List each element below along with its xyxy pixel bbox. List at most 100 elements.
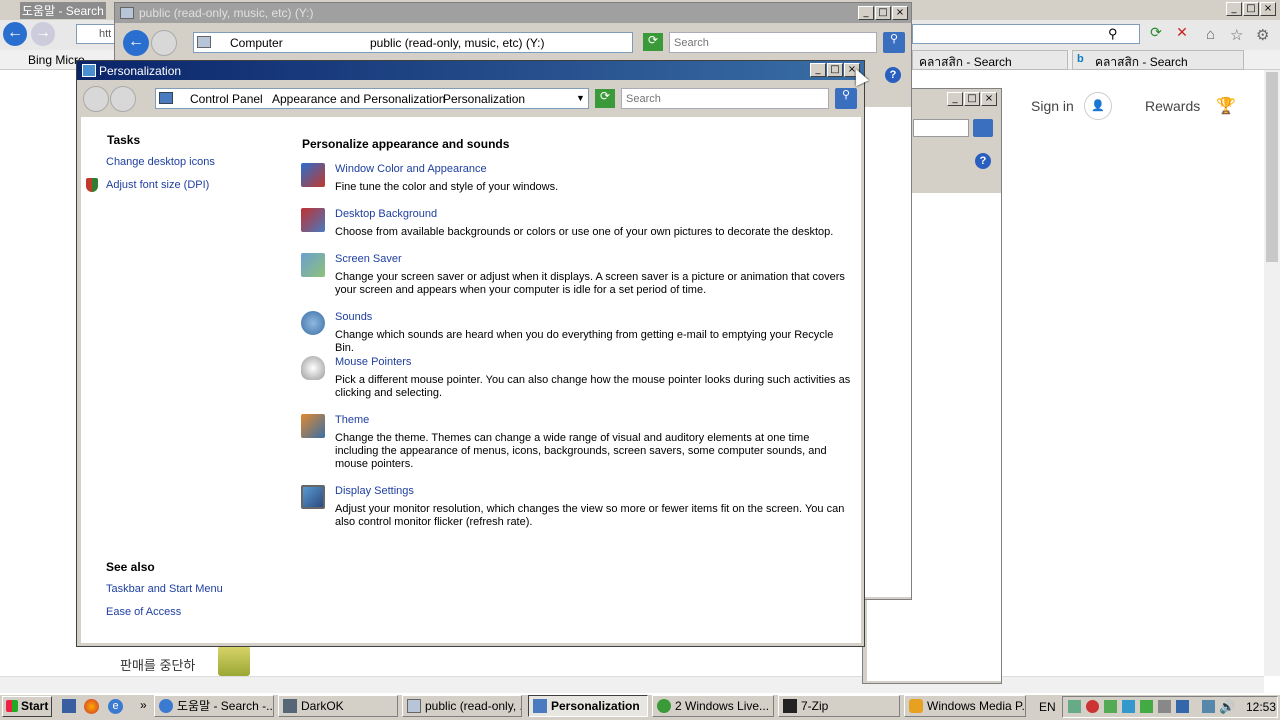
explorer-help-icon[interactable]: ? [885,67,901,83]
item-title[interactable]: Desktop Background [335,208,437,220]
start-button[interactable]: Start [2,696,52,717]
explorer-address-bar[interactable]: Computer public (read-only, music, etc) … [193,32,711,53]
search-input[interactable] [621,88,829,109]
tray-app-icon[interactable] [1104,700,1117,713]
taskbar-item-search[interactable]: 도움말 - Search -... [154,695,274,717]
item-desc: Change the theme. Themes can change a wi… [335,432,827,470]
trash-icon [218,646,250,676]
bg-window-close[interactable]: × [981,92,997,106]
crumb-personalization[interactable]: Personalization [443,92,525,106]
overflow-chevron-icon[interactable]: » [140,698,147,712]
address-chevron-down-icon[interactable]: ▼ [576,93,585,103]
see-also-ease-of-access[interactable]: Ease of Access [106,606,181,618]
item-desc: Fine tune the color and style of your wi… [335,181,559,193]
browser-tab-1[interactable]: คลาสสิก - Search [912,50,1068,70]
sign-in-link[interactable]: Sign in [1031,98,1074,114]
tray-display-icon[interactable] [1202,700,1215,713]
tray-app-icon[interactable] [1176,700,1189,713]
search-button-icon[interactable] [973,119,993,137]
task-adjust-font-size[interactable]: Adjust font size (DPI) [106,179,209,191]
item-desc: Change which sounds are heard when you d… [335,329,834,354]
stop-icon[interactable]: ✕ [1172,24,1192,44]
firefox-icon[interactable] [84,699,99,714]
bg-window-maximize[interactable]: □ [964,92,980,106]
explorer-refresh-icon[interactable]: ⟳ [643,33,663,51]
explorer-forward-button[interactable] [151,30,177,56]
tray-network-icon[interactable] [1068,700,1081,713]
maximize-button[interactable]: □ [827,63,843,77]
taskbar-item-darkok[interactable]: DarkOK [278,695,398,717]
tray-security-icon[interactable] [1086,700,1099,713]
trophy-icon[interactable]: 🏆 [1216,96,1236,116]
settings-icon[interactable]: ⚙ [1256,26,1269,44]
sounds-icon [301,311,325,335]
tray-app-icon[interactable] [1140,700,1153,713]
browser-minimize-button[interactable]: _ [1226,2,1242,16]
crumb-control-panel[interactable]: Control Panel [190,92,263,106]
help-icon[interactable]: ? [975,153,991,169]
item-desc: Adjust your monitor resolution, which ch… [335,503,845,528]
window-title: Personalization [99,64,182,78]
favorites-icon[interactable]: ☆ [1230,26,1243,44]
taskbar-item-7zip[interactable]: 7-Zip [778,695,900,717]
browser-address-right[interactable] [912,24,1140,44]
browser-hscrollbar[interactable] [0,676,1264,693]
computer-icon [407,699,421,713]
item-desktop-background: Desktop Background Choose from available… [301,208,851,244]
item-title[interactable]: Sounds [335,311,372,323]
item-title[interactable]: Screen Saver [335,253,402,265]
task-change-desktop-icons[interactable]: Change desktop icons [106,156,215,168]
back-button[interactable] [83,86,109,112]
bing-icon: b [1077,53,1084,65]
minimize-button[interactable]: _ [810,63,826,77]
volume-icon[interactable]: 🔊 [1219,699,1235,715]
browser-forward-button[interactable]: → [31,22,55,46]
explorer-search-input[interactable] [669,32,877,53]
tray-app-icon[interactable] [1122,700,1135,713]
item-title[interactable]: Theme [335,414,369,426]
item-screen-saver: Screen Saver Change your screen saver or… [301,253,851,303]
browser-maximize-button[interactable]: □ [1243,2,1259,16]
browser-scroll-thumb[interactable] [1266,72,1278,262]
crumb-computer[interactable]: Computer [230,36,283,50]
taskbar-item-media-player[interactable]: Windows Media P... [904,695,1026,717]
taskbar-item-personalization[interactable]: Personalization [528,695,648,717]
refresh-button-icon[interactable]: ⟳ [595,89,615,108]
explorer-close-button[interactable]: × [892,6,908,20]
item-title[interactable]: Mouse Pointers [335,356,411,368]
language-indicator[interactable]: EN [1039,700,1056,714]
item-title[interactable]: Window Color and Appearance [335,163,487,175]
taskbar-item-explorer[interactable]: public (read-only, ... [402,695,522,717]
explorer-maximize-button[interactable]: □ [875,6,891,20]
crumb-public[interactable]: public (read-only, music, etc) (Y:) [370,36,545,50]
see-also-heading: See also [106,560,155,574]
crumb-appearance[interactable]: Appearance and Personalization [272,92,445,106]
bg-window-minimize[interactable]: _ [947,92,963,106]
explorer-minimize-button[interactable]: _ [858,6,874,20]
browser-close-button[interactable]: × [1260,2,1276,16]
tray-app-icon[interactable] [1158,700,1171,713]
avatar-icon[interactable]: 👤 [1084,92,1112,120]
forward-button[interactable] [110,86,136,112]
address-bar[interactable]: Control Panel Appearance and Personaliza… [155,88,589,109]
browser-back-button[interactable]: ← [3,22,27,46]
search-button-icon[interactable]: ⚲ [835,88,857,109]
control-panel-icon [533,699,547,713]
browser-tab-2[interactable]: b คลาสสิก - Search [1072,50,1244,70]
search-icon[interactable]: ⚲ [1108,26,1118,42]
see-also-taskbar[interactable]: Taskbar and Start Menu [106,583,223,595]
ie-icon[interactable]: e [108,699,123,714]
bg-window-search[interactable] [913,119,969,137]
home-icon[interactable]: ⌂ [1206,26,1215,43]
taskbar-item-windows-live[interactable]: 2 Windows Live... [652,695,774,717]
explorer-search-icon[interactable]: ⚲ [883,32,905,53]
tasks-heading: Tasks [107,133,141,147]
show-desktop-icon[interactable] [62,699,76,713]
item-desc: Pick a different mouse pointer. You can … [335,374,851,399]
window-color-icon [301,163,325,187]
personalization-title-icon [82,64,96,77]
rewards-link[interactable]: Rewards [1145,98,1200,114]
explorer-back-button[interactable]: ← [123,30,149,56]
item-title[interactable]: Display Settings [335,485,414,497]
refresh-icon[interactable]: ⟳ [1146,24,1166,44]
